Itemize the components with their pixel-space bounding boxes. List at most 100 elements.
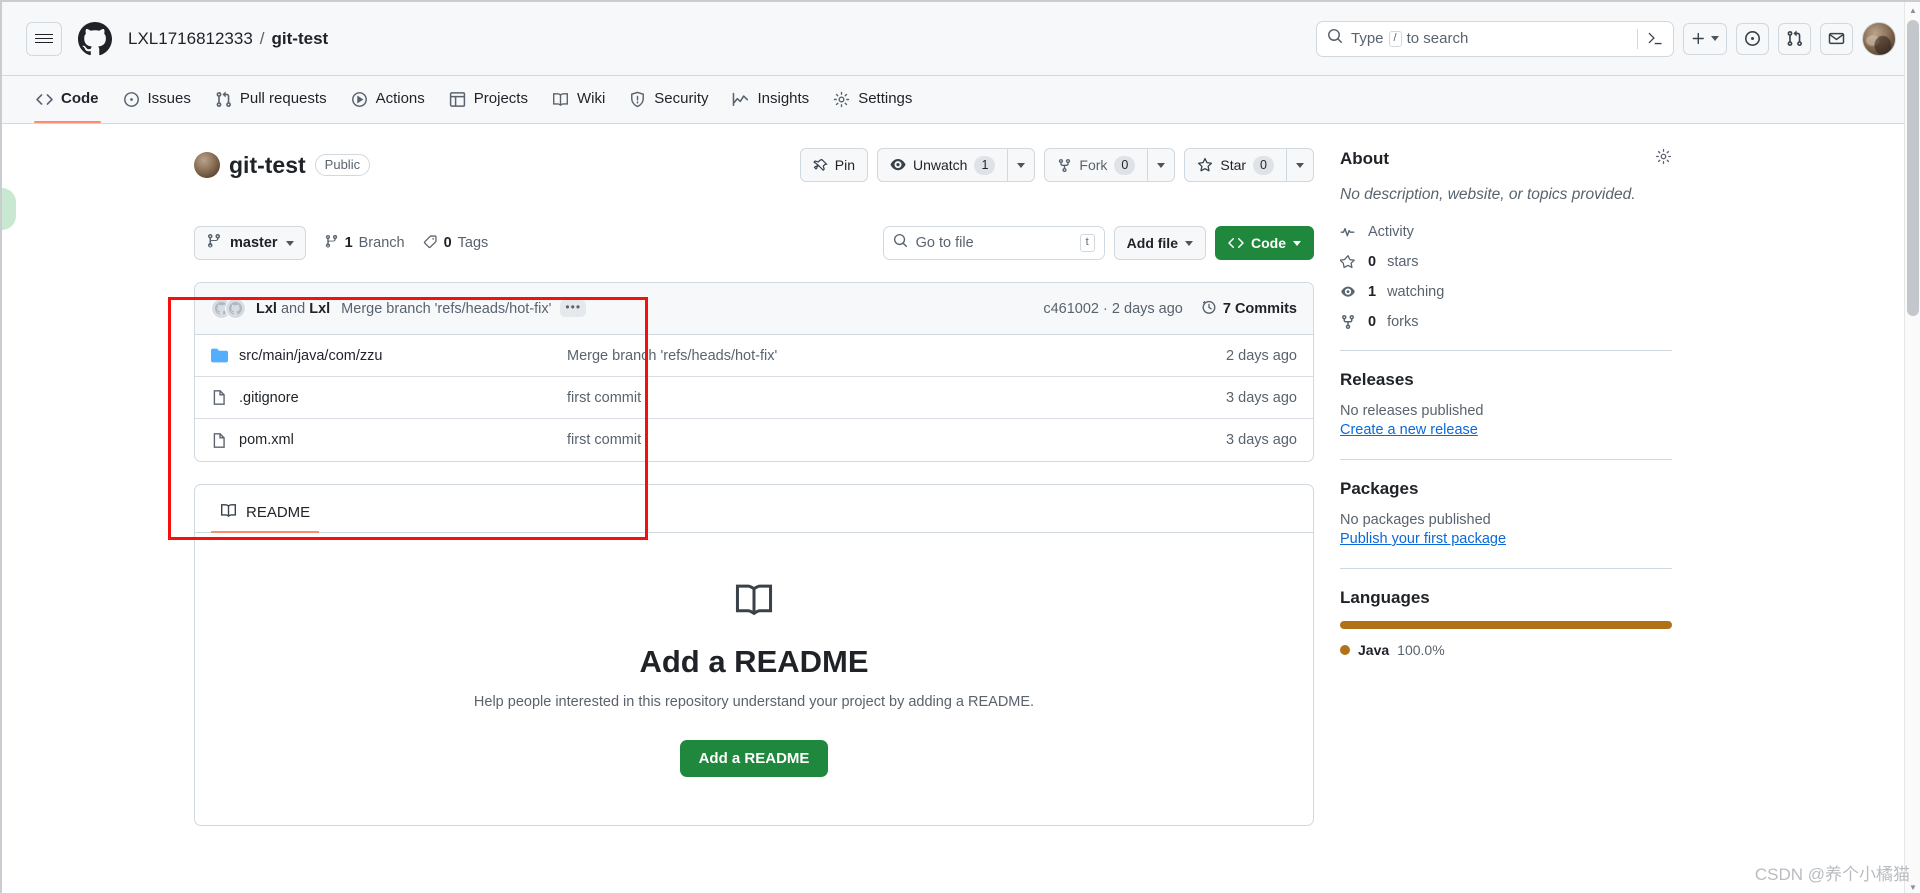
stars-link[interactable]: 0 stars (1340, 254, 1672, 270)
search-icon (1327, 28, 1343, 49)
add-readme-button[interactable]: Add a README (679, 740, 829, 777)
tab-settings[interactable]: Settings (823, 76, 922, 123)
star-dropdown-button[interactable] (1286, 148, 1314, 182)
create-release-link[interactable]: Create a new release (1340, 422, 1478, 438)
tab-label: Code (61, 90, 99, 107)
github-mark-icon[interactable] (78, 21, 112, 56)
go-to-file-input[interactable]: Go to file t (882, 226, 1105, 260)
file-name[interactable]: .gitignore (239, 390, 299, 406)
branch-count-value: 1 (344, 235, 353, 251)
releases-empty-text: No releases published (1340, 403, 1484, 419)
tab-code[interactable]: Code (26, 76, 109, 123)
language-segment-java[interactable] (1340, 621, 1672, 629)
fork-dropdown-button[interactable] (1147, 148, 1176, 182)
create-new-button[interactable] (1683, 22, 1727, 55)
add-file-button[interactable]: Add file (1113, 226, 1206, 260)
activity-link[interactable]: Activity (1340, 224, 1672, 240)
branch-count-link[interactable]: 1 Branch (324, 234, 405, 253)
ellipsis-icon[interactable]: ••• (560, 300, 587, 317)
forks-link[interactable]: 0 forks (1340, 314, 1672, 330)
branch-selector[interactable]: master (194, 226, 306, 260)
star-button-group: Star 0 (1184, 148, 1314, 182)
hamburger-menu-icon[interactable] (26, 21, 62, 56)
commit-message[interactable]: Merge branch 'refs/heads/hot-fix' (341, 301, 551, 317)
file-toolbar: master 1 Branch 0 Tags Go to file t Add … (194, 226, 1314, 260)
scrollbar[interactable]: ▲ ▼ (1904, 2, 1920, 893)
code-download-button[interactable]: Code (1215, 226, 1314, 260)
tab-security[interactable]: Security (619, 76, 718, 123)
commit-sha[interactable]: c461002 (1043, 301, 1099, 317)
fork-button[interactable]: Fork 0 (1044, 148, 1148, 182)
packages-empty-text: No packages published (1340, 512, 1491, 528)
play-icon (351, 91, 368, 108)
code-icon (36, 91, 53, 108)
table-row[interactable]: pom.xml first commit 3 days ago (195, 419, 1313, 461)
issues-button[interactable] (1736, 22, 1769, 55)
tab-label: Pull requests (239, 90, 327, 107)
tag-count-link[interactable]: 0 Tags (423, 234, 488, 253)
tab-label: Security (654, 90, 709, 107)
chevron-up-icon[interactable]: ▲ (1905, 2, 1920, 18)
file-commit-message[interactable]: first commit (567, 390, 1226, 406)
search-input[interactable]: Type / to search (1316, 20, 1674, 57)
gear-icon[interactable] (1655, 148, 1672, 170)
fork-button-group: Fork 0 (1044, 148, 1176, 182)
pin-label: Pin (834, 157, 855, 173)
avatar[interactable] (1862, 21, 1896, 56)
file-icon (211, 432, 228, 449)
inbox-button[interactable] (1820, 22, 1853, 55)
tab-pull-requests[interactable]: Pull requests (205, 76, 337, 123)
commit-author-avatars (211, 298, 246, 319)
book-icon (220, 502, 237, 523)
breadcrumb-owner[interactable]: LXL1716812333 (128, 29, 253, 49)
watching-link[interactable]: 1 watching (1340, 284, 1672, 300)
code-icon (1228, 235, 1244, 251)
breadcrumb-repo[interactable]: git-test (272, 29, 329, 49)
commit-relative-time: 2 days ago (1111, 300, 1183, 317)
file-name[interactable]: src/main/java/com/zzu (239, 348, 382, 364)
chevron-down-icon (1293, 240, 1301, 246)
scrollbar-thumb[interactable] (1907, 20, 1919, 316)
tab-actions[interactable]: Actions (341, 76, 435, 123)
commit-author-primary[interactable]: Lxl (256, 301, 277, 317)
code-button-label: Code (1251, 235, 1286, 251)
commits-count-link[interactable]: 7 Commits (1201, 299, 1297, 319)
command-palette-icon[interactable] (1637, 28, 1663, 49)
tab-issues[interactable]: Issues (113, 76, 201, 123)
divider (1340, 459, 1672, 460)
pull-requests-button[interactable] (1778, 22, 1811, 55)
eye-icon (890, 157, 906, 173)
browser-window: LXL1716812333 / git-test Type / to searc… (0, 0, 1920, 893)
publish-package-link[interactable]: Publish your first package (1340, 531, 1506, 547)
file-name[interactable]: pom.xml (239, 432, 294, 448)
tab-insights[interactable]: Insights (722, 76, 819, 123)
file-commit-message[interactable]: first commit (567, 432, 1226, 448)
git-pull-request-icon (215, 91, 232, 108)
history-icon (1201, 299, 1217, 319)
packages-section-title: Packages (1340, 479, 1419, 498)
file-commit-message[interactable]: Merge branch 'refs/heads/hot-fix' (567, 348, 1226, 364)
owner-avatar (194, 152, 220, 178)
readme-empty-title: Add a README (639, 644, 869, 679)
tab-readme[interactable]: README (211, 502, 320, 533)
table-row[interactable]: src/main/java/com/zzu Merge branch 'refs… (195, 335, 1313, 377)
tag-icon (423, 234, 438, 253)
tab-label: Insights (757, 90, 810, 107)
languages-section-title: Languages (1340, 588, 1430, 607)
unwatch-dropdown-button[interactable] (1007, 148, 1036, 182)
fork-count: 0 (1114, 155, 1136, 175)
table-row[interactable]: .gitignore first commit 3 days ago (195, 377, 1313, 419)
tab-projects[interactable]: Projects (439, 76, 538, 123)
chevron-down-icon (1296, 162, 1304, 168)
breadcrumb: LXL1716812333 / git-test (128, 29, 328, 49)
star-button[interactable]: Star 0 (1184, 148, 1286, 182)
tab-wiki[interactable]: Wiki (542, 76, 615, 123)
pin-button[interactable]: Pin (799, 148, 868, 182)
commit-author-secondary[interactable]: Lxl (309, 301, 330, 317)
readme-empty-state: Add a README Help people interested in t… (195, 533, 1313, 825)
unwatch-button[interactable]: Unwatch 1 (876, 148, 1008, 182)
page-body: git-test Public Pin Unwatch 1 Fork 0 Sta… (2, 124, 1920, 826)
file-name-cell: src/main/java/com/zzu (211, 347, 567, 364)
pin-icon (812, 158, 828, 173)
language-legend-item[interactable]: Java 100.0% (1340, 642, 1672, 658)
